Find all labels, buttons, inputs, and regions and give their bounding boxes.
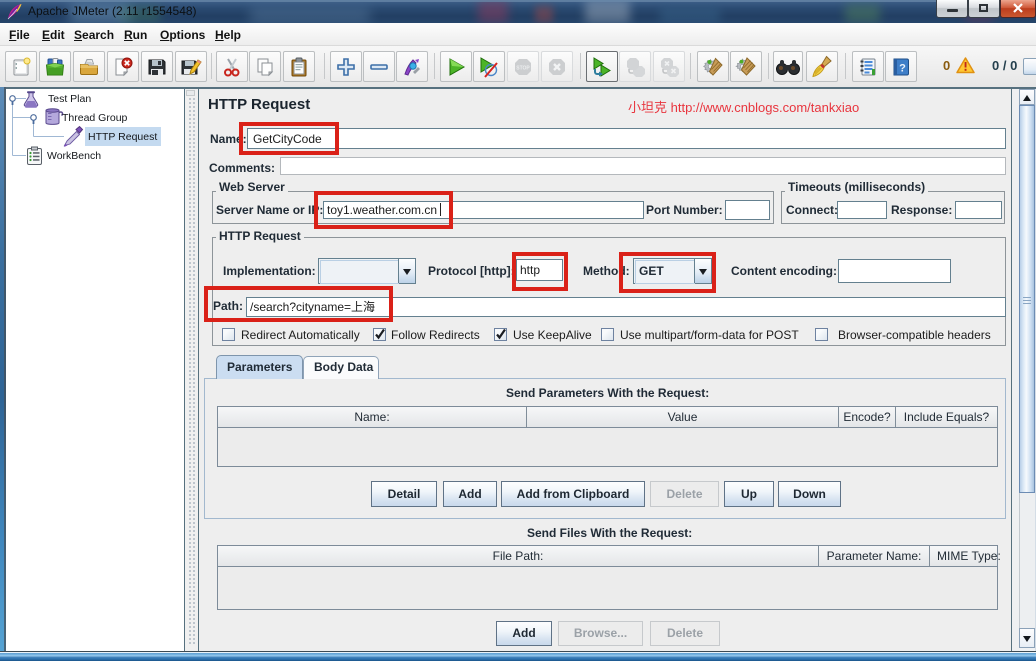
svg-text:?: ? (899, 62, 906, 74)
svg-text:STOP: STOP (516, 65, 530, 71)
